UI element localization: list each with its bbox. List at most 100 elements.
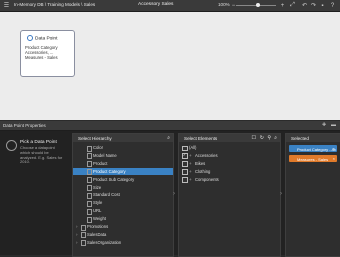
design-canvas[interactable]: Data Point Product Category Accessories,… (0, 12, 340, 120)
attribute-icon (87, 153, 92, 160)
hierarchy-group-label: Promotions (87, 224, 109, 229)
remove-icon[interactable]: × (333, 146, 335, 151)
hierarchy-group[interactable]: › Promotions (73, 223, 173, 231)
hierarchy-item-label: Weight (93, 216, 106, 222)
hierarchy-item[interactable]: Weight (73, 215, 173, 223)
attribute-icon (87, 145, 92, 152)
hierarchy-item[interactable]: URL (73, 207, 173, 215)
hierarchy-item[interactable]: Style (73, 199, 173, 207)
attribute-icon (87, 177, 92, 184)
hierarchy-item-label: Model Name (93, 152, 117, 158)
element-item[interactable]: (All) (179, 144, 280, 151)
properties-panel-title: Data Point Properties (3, 123, 46, 128)
expand-icon[interactable]: + (189, 177, 192, 182)
select-hierarchy-title: Select Hierarchy (78, 135, 112, 141)
attribute-icon (87, 200, 92, 207)
element-checkbox[interactable] (182, 177, 188, 183)
collapse-icon[interactable]: ▬ (331, 122, 336, 128)
hierarchy-item[interactable]: Size (73, 184, 173, 191)
hierarchy-item[interactable]: Product (73, 160, 173, 168)
refresh-icon[interactable]: ↻ (260, 135, 264, 141)
save-icon[interactable]: ▪ (318, 1, 327, 10)
hierarchy-item-label: Size (93, 184, 102, 190)
move-right-icon[interactable]: › (280, 191, 282, 197)
attribute-icon (87, 208, 92, 215)
hierarchy-item-label: Style (93, 200, 103, 206)
zoom-level: 100% (218, 2, 230, 7)
expand-icon[interactable]: › (76, 240, 78, 245)
selected-panel: Selected Product Category - Ac × Measures … (285, 133, 340, 257)
select-elements-title: Select Elements (184, 135, 218, 141)
hierarchy-item-label: Product Category (93, 168, 126, 174)
element-item[interactable]: + Bikes (179, 160, 280, 167)
select-elements-panel: Select Elements ☐ ↻ ⚲ ⌕ (All) ✓ + Accessori… (178, 133, 281, 257)
data-point-card[interactable]: Data Point Product Category Accessories,… (20, 30, 75, 77)
selected-chip-label: Measures - Sales (297, 156, 329, 162)
element-item-label: (All) (189, 145, 197, 150)
card-title-text: Data Point (35, 36, 58, 42)
element-checkbox[interactable] (182, 169, 188, 175)
fit-icon[interactable]: ⤢ (288, 1, 297, 10)
redo-icon[interactable]: ↷ (309, 1, 318, 10)
select-hierarchy-header: Select Hierarchy ⌕ (73, 134, 173, 142)
attribute-icon (87, 216, 92, 223)
hierarchy-item[interactable]: Product Sub Category (73, 176, 173, 184)
move-right-icon[interactable]: › (173, 191, 175, 197)
data-point-icon (6, 140, 17, 151)
zoom-in-icon[interactable]: + (278, 1, 287, 10)
more-icon[interactable]: ? (328, 1, 337, 10)
breadcrumb: In-Memory DB \ Training Models \ Sales (14, 2, 96, 7)
search-icon[interactable]: ⌕ (167, 135, 170, 141)
attribute-icon (87, 185, 92, 191)
search-icon[interactable]: ⌕ (274, 135, 277, 141)
top-toolbar: ☰ In-Memory DB \ Training Models \ Sales… (0, 0, 340, 12)
hierarchy-item[interactable]: Color (73, 144, 173, 152)
hierarchy-item[interactable]: Product Category (73, 167, 173, 176)
hierarchy-item-label: Product Sub Category (93, 176, 135, 182)
attribute-icon (87, 169, 92, 176)
hierarchy-item-label: Product (93, 160, 108, 166)
properties-panel-header: Data Point Properties ✚ ▬ (0, 121, 340, 131)
expand-icon[interactable]: › (76, 232, 78, 237)
hierarchy-item-label: Color (93, 145, 104, 150)
pin-icon[interactable]: ✚ (322, 122, 326, 128)
select-all-icon[interactable]: ☐ (252, 135, 256, 141)
hierarchy-item-label: Standard Cost (93, 192, 120, 198)
element-item[interactable]: ✓ + Accessories (179, 152, 280, 159)
menu-icon[interactable]: ☰ (2, 1, 11, 10)
folder-icon (81, 232, 86, 239)
expand-icon[interactable]: + (189, 153, 192, 158)
selected-chip[interactable]: Measures - Sales × (289, 155, 337, 162)
expand-icon[interactable]: › (76, 224, 78, 229)
undo-icon[interactable]: ↶ (300, 1, 309, 10)
remove-icon[interactable]: × (333, 156, 335, 161)
element-checkbox[interactable] (182, 145, 188, 151)
data-point-icon (27, 35, 33, 41)
attribute-icon (87, 192, 92, 199)
selected-title: Selected (291, 135, 309, 141)
hierarchy-group[interactable]: › SalesData (73, 231, 173, 239)
folder-icon (81, 240, 86, 247)
element-item-label: Accessories (195, 152, 218, 158)
hierarchy-item[interactable]: Model Name (73, 152, 173, 160)
select-hierarchy-panel: Select Hierarchy ⌕ Color Model Name Produc… (72, 133, 174, 257)
pick-description: Choose a datapoint which should be analy… (20, 145, 63, 165)
hierarchy-item[interactable]: Standard Cost (73, 191, 173, 199)
folder-icon (81, 224, 86, 231)
expand-icon[interactable]: + (189, 161, 192, 166)
hierarchy-group-label: SalesOrganization (87, 239, 122, 245)
hierarchy-item-label: URL (93, 208, 102, 214)
data-point-card-text: Product Category Accessories, ... Measur… (25, 45, 58, 61)
expand-icon[interactable]: + (189, 169, 192, 174)
hierarchy-group-label: SalesData (87, 231, 107, 237)
hierarchy-group[interactable]: › SalesOrganization (73, 239, 173, 247)
element-item[interactable]: + Components (179, 176, 280, 183)
element-item[interactable]: + Clothing (179, 168, 280, 175)
filter-icon[interactable]: ⚲ (267, 135, 271, 141)
element-checkbox[interactable] (182, 161, 188, 167)
data-point-card-title: Data Point (27, 35, 57, 41)
zoom-slider-handle[interactable] (256, 2, 260, 7)
selected-header: Selected (286, 134, 340, 142)
selected-chip[interactable]: Product Category - Ac × (289, 145, 337, 152)
element-checkbox[interactable]: ✓ (182, 153, 188, 159)
